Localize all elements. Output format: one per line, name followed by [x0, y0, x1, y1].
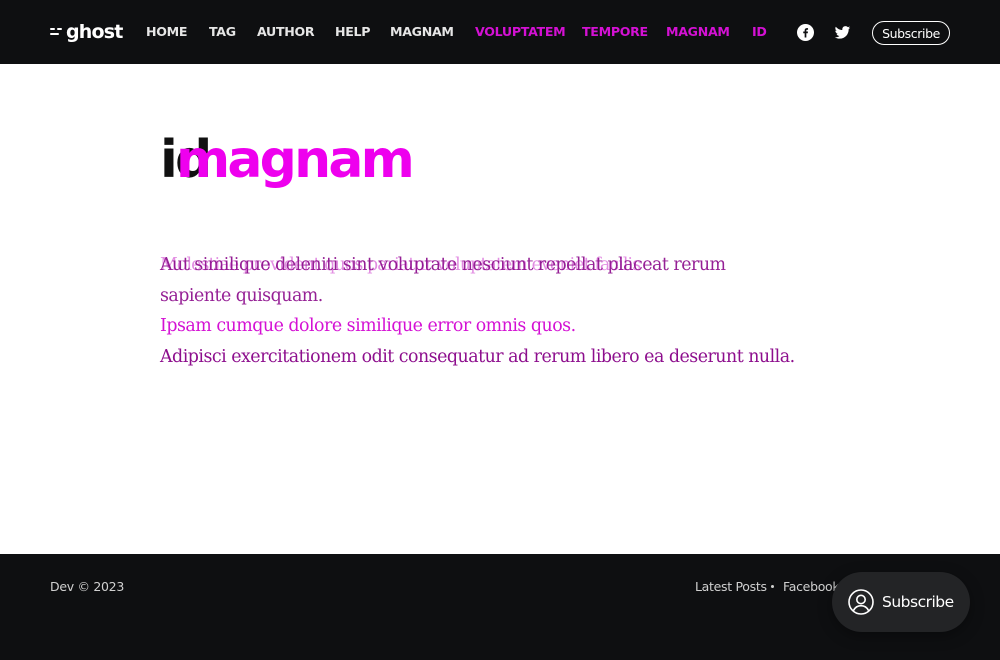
- twitter-icon[interactable]: [834, 24, 851, 41]
- site-logo[interactable]: ghost: [50, 20, 123, 44]
- nav-item-voluptatem[interactable]: voluptatem: [475, 24, 566, 40]
- nav-item-tempore[interactable]: tempore: [582, 24, 648, 40]
- page-title-overlay: magnam: [176, 130, 415, 190]
- post-paragraph: Adipisci exercitationem odit consequatur…: [160, 347, 795, 367]
- footer-link-facebook[interactable]: Facebook: [783, 579, 840, 594]
- subscribe-button[interactable]: Subscribe: [872, 21, 950, 45]
- ghost-logo-icon: [50, 26, 62, 38]
- logo-text: ghost: [66, 21, 123, 43]
- site-header: ghost Home Tag Author Help magnam volupt…: [0, 0, 1000, 64]
- nav-item-author[interactable]: Author: [257, 24, 315, 40]
- facebook-icon[interactable]: [797, 24, 814, 41]
- page-title: id magnam: [160, 126, 860, 196]
- post-excerpt: Ipsam cumque dolore similique error omni…: [160, 316, 576, 336]
- copyright-text: Dev © 2023: [50, 579, 124, 594]
- user-circle-icon: [848, 589, 874, 615]
- footer-link-latest-posts[interactable]: Latest Posts: [695, 579, 767, 594]
- overlap-text-2b: sapiente quisquam.: [160, 286, 323, 306]
- portal-subscribe-button[interactable]: Subscribe: [832, 572, 970, 632]
- nav-item-id[interactable]: id: [752, 24, 767, 40]
- nav-item-tag[interactable]: Tag: [209, 24, 236, 40]
- nav-item-help[interactable]: Help: [335, 24, 371, 40]
- portal-subscribe-label: Subscribe: [882, 593, 954, 611]
- overlapping-paragraph-front: Aut similique deleniti sint voluptate ne…: [160, 250, 840, 312]
- overlap-text-2: Aut similique deleniti sint voluptate ne…: [160, 255, 726, 275]
- nav-item-magnam-2[interactable]: magnam: [666, 24, 730, 40]
- nav-item-magnam[interactable]: magnam: [390, 24, 454, 40]
- footer-separator: [771, 585, 774, 588]
- nav-item-home[interactable]: Home: [146, 24, 187, 40]
